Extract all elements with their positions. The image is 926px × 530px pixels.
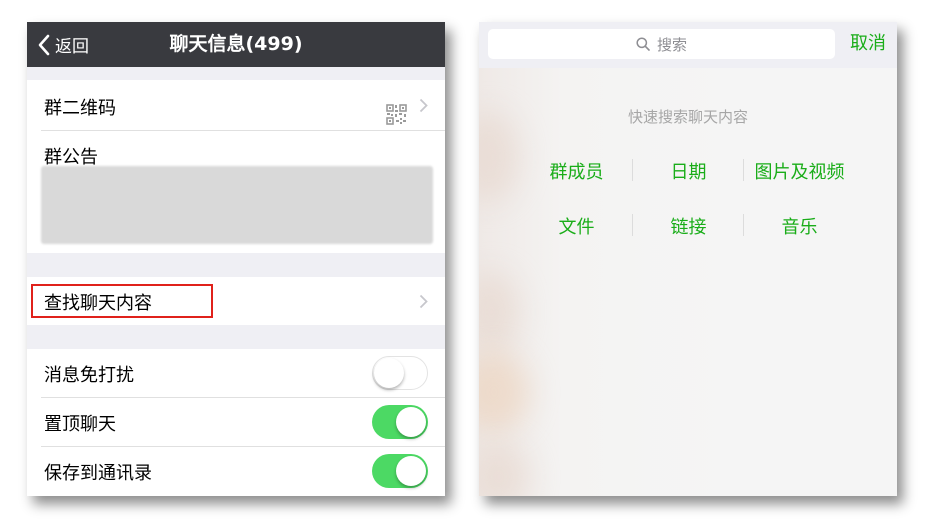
- chevron-right-icon: [419, 294, 428, 309]
- category-files[interactable]: 文件: [521, 213, 632, 239]
- toggle-knob: [396, 456, 426, 486]
- sticky-on-top-toggle[interactable]: [372, 405, 428, 439]
- category-date[interactable]: 日期: [633, 158, 744, 184]
- search-hint: 快速搜索聊天内容: [627, 108, 748, 126]
- qr-code-row[interactable]: 群二维码: [27, 80, 445, 130]
- group-info-section: 群二维码 群公告: [27, 80, 445, 253]
- qr-code-icon: [386, 104, 407, 125]
- qr-code-label: 群二维码: [44, 98, 116, 119]
- mute-notifications-row: 消息免打扰: [27, 349, 445, 397]
- category-group-members[interactable]: 群成员: [521, 158, 632, 184]
- search-input[interactable]: 搜索: [488, 29, 835, 59]
- mute-notifications-label: 消息免打扰: [44, 365, 134, 386]
- highlight-box: [31, 284, 213, 318]
- chevron-right-icon: [419, 98, 428, 113]
- toggle-knob: [374, 358, 404, 388]
- sticky-on-top-label: 置顶聊天: [44, 414, 116, 435]
- settings-section: 消息免打扰 置顶聊天 保存到通讯录: [27, 349, 445, 496]
- search-bar: 搜索 取消: [479, 22, 897, 68]
- background-blur: [479, 272, 519, 352]
- search-icon: [636, 37, 650, 51]
- category-links[interactable]: 链接: [633, 213, 744, 239]
- background-blur: [479, 352, 529, 432]
- announcement-content: [41, 166, 433, 244]
- save-to-contacts-toggle[interactable]: [372, 454, 428, 488]
- category-photos-videos[interactable]: 图片及视频: [744, 158, 855, 184]
- search-chat-panel: 搜索 取消 快速搜索聊天内容 群成员 日期 图片及视频 文件 链接 音乐: [479, 22, 897, 496]
- category-music[interactable]: 音乐: [744, 213, 855, 239]
- save-to-contacts-row: 保存到通讯录: [27, 447, 445, 496]
- page-title: 聊天信息(499): [169, 33, 303, 55]
- cancel-button[interactable]: 取消: [850, 22, 886, 66]
- search-placeholder: 搜索: [656, 35, 687, 54]
- toggle-knob: [396, 407, 426, 437]
- background-blur: [479, 442, 529, 496]
- chat-info-panel: 返回 聊天信息(499) 群二维码 群公告 查找聊天内容 消息免打扰 置顶聊天 …: [27, 22, 445, 496]
- save-to-contacts-label: 保存到通讯录: [44, 463, 152, 484]
- mute-notifications-toggle[interactable]: [372, 356, 428, 390]
- sticky-on-top-row: 置顶聊天: [27, 398, 445, 446]
- nav-bar: 返回 聊天信息(499): [27, 22, 445, 67]
